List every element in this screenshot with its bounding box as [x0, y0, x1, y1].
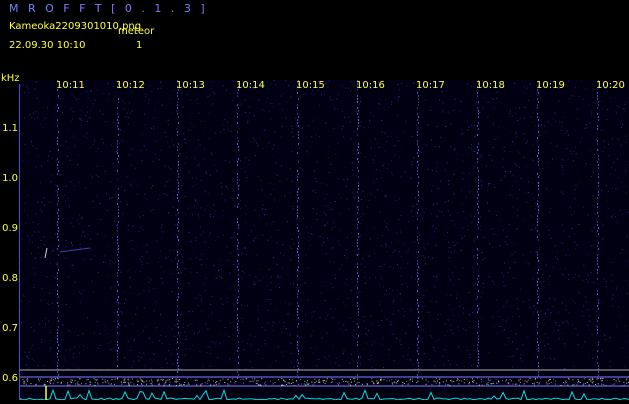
- time-tick-1020: 10:20: [596, 80, 625, 91]
- time-tick-1018: 10:18: [476, 80, 505, 91]
- spectrogram-area: [20, 80, 629, 400]
- frequency-tick-1.1: 1.1: [0, 124, 18, 134]
- time-tick-1015: 10:15: [296, 80, 325, 91]
- time-tick-1017: 10:17: [416, 80, 445, 91]
- time-tick-1016: 10:16: [356, 80, 385, 91]
- frequency-tick-1.0: 1.0: [0, 174, 18, 184]
- meteor-count: 1: [136, 40, 142, 51]
- frequency-tick-0.8: 0.8: [0, 274, 18, 284]
- frequency-axis-line: [19, 84, 20, 400]
- frequency-tick-0.6: 0.6: [0, 374, 18, 384]
- time-tick-1014: 10:14: [236, 80, 265, 91]
- datetime-label: 22.09.30 10:10: [9, 40, 86, 51]
- spectrogram-canvas: [20, 80, 629, 400]
- time-tick-1013: 10:13: [176, 80, 205, 91]
- time-tick-1012: 10:12: [116, 80, 145, 91]
- frequency-tick-0.7: 0.7: [0, 324, 18, 334]
- meteor-label: meteor: [118, 26, 154, 37]
- time-tick-1019: 10:19: [536, 80, 565, 91]
- frequency-tick-0.9: 0.9: [0, 224, 18, 234]
- app-title: M R O F F T [ 0 . 1 . 3 ]: [9, 2, 208, 15]
- time-tick-1011: 10:11: [56, 80, 85, 91]
- frequency-unit-label: kHz: [1, 73, 20, 84]
